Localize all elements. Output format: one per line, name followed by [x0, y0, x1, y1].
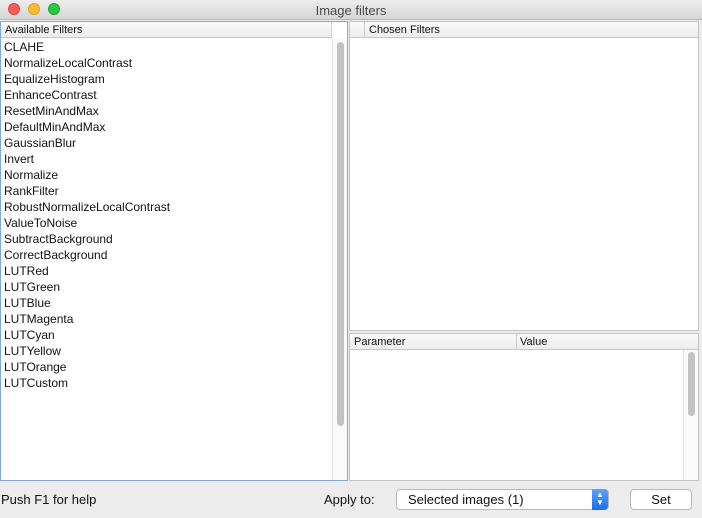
- apply-to-value: Selected images (1): [408, 492, 524, 507]
- filter-list-item[interactable]: Normalize: [4, 167, 170, 183]
- title-bar: Image filters: [0, 0, 702, 20]
- chosen-filters-header[interactable]: Chosen Filters: [350, 22, 698, 38]
- filter-list-item[interactable]: LUTMagenta: [4, 311, 170, 327]
- parameter-column-header[interactable]: Parameter: [354, 334, 405, 350]
- filter-list-item[interactable]: DefaultMinAndMax: [4, 119, 170, 135]
- value-column-header[interactable]: Value: [520, 334, 547, 350]
- filter-list-item[interactable]: LUTOrange: [4, 359, 170, 375]
- chosen-filters-panel: Chosen Filters: [349, 21, 699, 331]
- parameters-scrollbar[interactable]: [683, 350, 698, 480]
- filter-list-item[interactable]: EnhanceContrast: [4, 87, 170, 103]
- filter-list-item[interactable]: RobustNormalizeLocalContrast: [4, 199, 170, 215]
- filter-list-item[interactable]: RankFilter: [4, 183, 170, 199]
- available-filters-scroll-thumb[interactable]: [337, 42, 344, 426]
- filter-list-item[interactable]: CorrectBackground: [4, 247, 170, 263]
- updown-arrows-icon: ▲ ▼: [592, 489, 608, 510]
- window-title: Image filters: [315, 3, 387, 18]
- filter-list-item[interactable]: LUTCyan: [4, 327, 170, 343]
- filter-list-item[interactable]: ValueToNoise: [4, 215, 170, 231]
- filter-list-item[interactable]: LUTGreen: [4, 279, 170, 295]
- header-divider: [516, 334, 517, 349]
- filter-list-item[interactable]: CLAHE: [4, 39, 170, 55]
- available-filters-scrollbar[interactable]: [332, 38, 347, 480]
- chosen-filters-header-label: Chosen Filters: [369, 24, 440, 36]
- parameters-table-header: Parameter Value: [350, 334, 698, 350]
- filter-list-item[interactable]: SubtractBackground: [4, 231, 170, 247]
- header-divider: [364, 22, 365, 37]
- filter-list-item[interactable]: Invert: [4, 151, 170, 167]
- help-hint: Push F1 for help: [1, 492, 97, 507]
- filter-list-item[interactable]: LUTCustom: [4, 375, 170, 391]
- available-filters-list: CLAHE NormalizeLocalContrast EqualizeHisto…: [4, 39, 170, 391]
- parameters-scroll-thumb[interactable]: [688, 352, 695, 416]
- filter-list-item[interactable]: LUTYellow: [4, 343, 170, 359]
- filter-list-item[interactable]: LUTBlue: [4, 295, 170, 311]
- parameters-table: Parameter Value: [349, 333, 699, 481]
- set-button[interactable]: Set: [630, 489, 692, 510]
- filter-list-item[interactable]: LUTRed: [4, 263, 170, 279]
- filter-list-item[interactable]: ResetMinAndMax: [4, 103, 170, 119]
- filter-list-item[interactable]: GaussianBlur: [4, 135, 170, 151]
- available-filters-panel: Available Filters CLAHE NormalizeLocalCon…: [0, 21, 348, 481]
- available-filters-header[interactable]: Available Filters: [1, 22, 332, 38]
- apply-to-label: Apply to:: [324, 492, 375, 507]
- apply-to-select[interactable]: Selected images (1) ▲ ▼: [396, 489, 609, 510]
- filter-list-item[interactable]: NormalizeLocalContrast: [4, 55, 170, 71]
- filter-list-item[interactable]: EqualizeHistogram: [4, 71, 170, 87]
